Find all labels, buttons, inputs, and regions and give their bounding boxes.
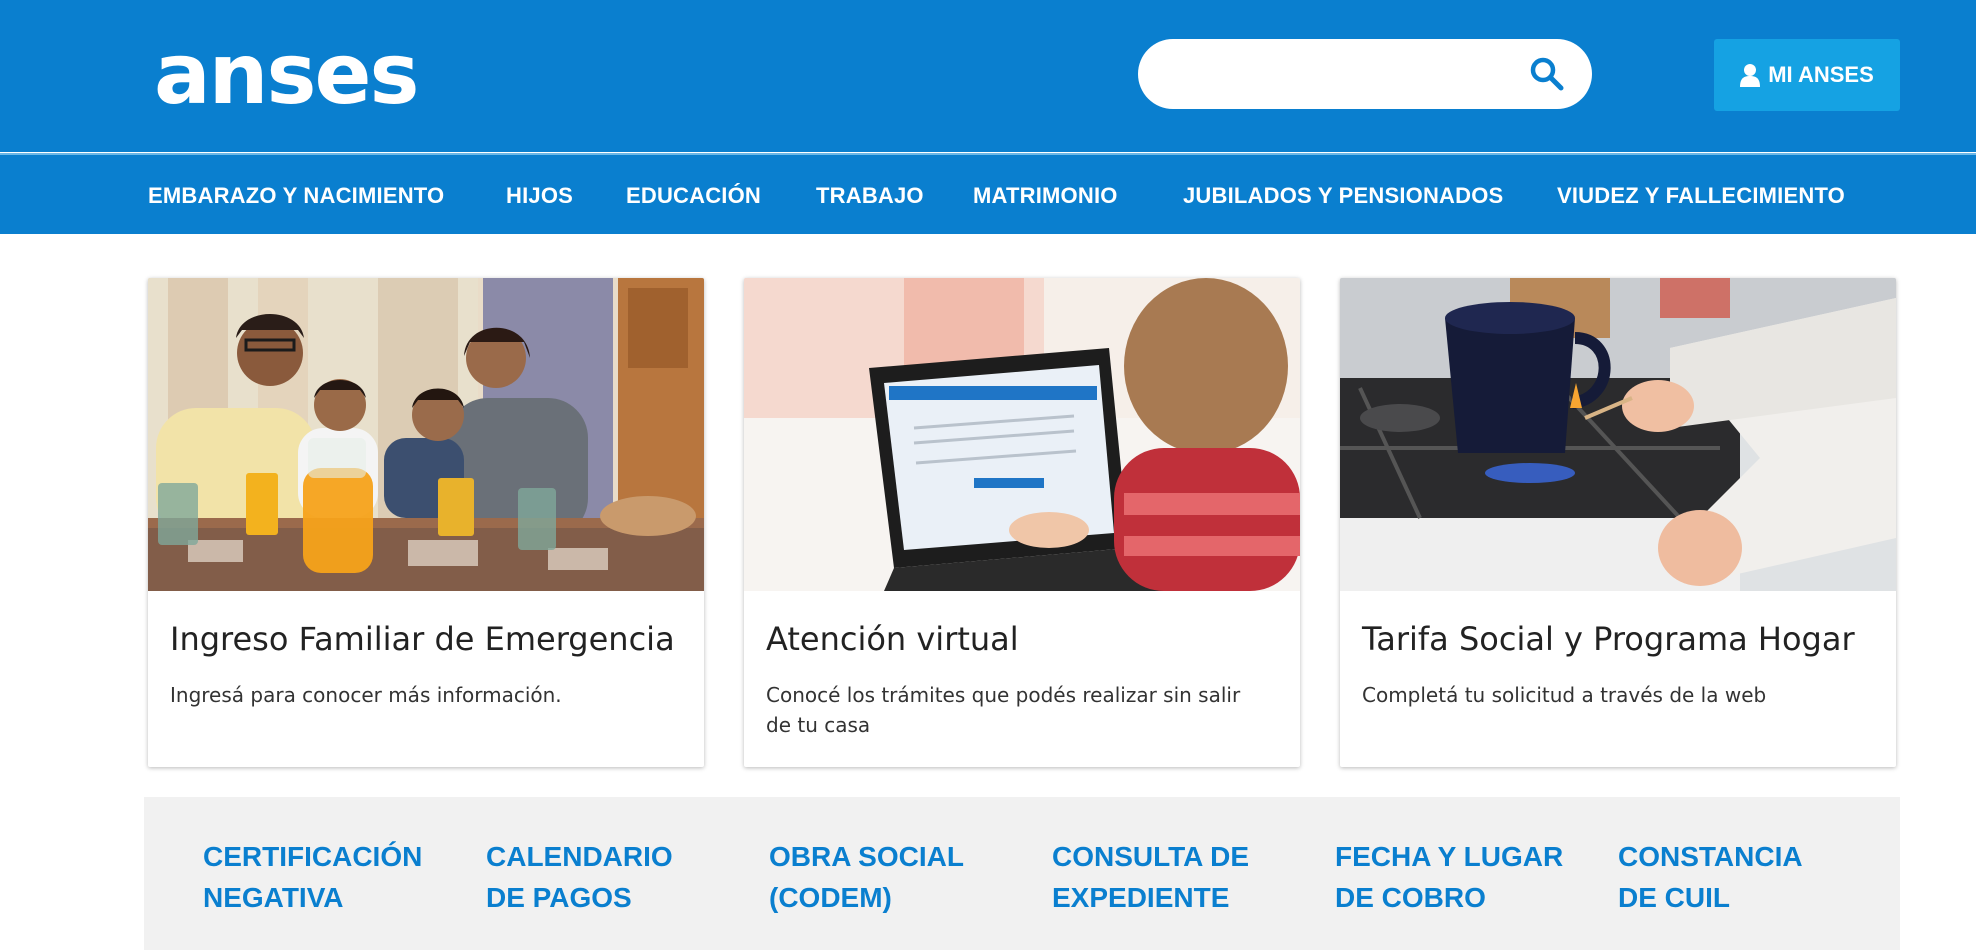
site-header: anses MI ANSES xyxy=(0,0,1976,152)
search-input[interactable] xyxy=(1164,51,1504,97)
search-bar xyxy=(1138,39,1592,109)
main-nav: EMBARAZO Y NACIMIENTO HIJOS EDUCACIÓN TR… xyxy=(0,153,1976,234)
card-title: Tarifa Social y Programa Hogar xyxy=(1362,620,1855,658)
quick-link-obra-social[interactable]: OBRA SOCIAL (CODEM) xyxy=(769,836,1009,918)
card-title: Atención virtual xyxy=(766,620,1019,658)
card-atencion-virtual[interactable]: Atención virtual Conocé los trámites que… xyxy=(744,278,1300,767)
anses-logo[interactable]: anses xyxy=(154,32,419,116)
quick-link-certificacion-negativa[interactable]: CERTIFICACIÓN NEGATIVA xyxy=(203,836,443,918)
mi-anses-button[interactable]: MI ANSES xyxy=(1714,39,1900,111)
card-tarifa-social[interactable]: Tarifa Social y Programa Hogar Completá … xyxy=(1340,278,1896,767)
nav-item-educacion[interactable]: EDUCACIÓN xyxy=(626,155,761,234)
family-photo-image xyxy=(148,278,704,591)
card-ingreso-familiar[interactable]: Ingreso Familiar de Emergencia Ingresá p… xyxy=(148,278,704,767)
card-title: Ingreso Familiar de Emergencia xyxy=(170,620,675,658)
nav-item-embarazo[interactable]: EMBARAZO Y NACIMIENTO xyxy=(148,155,444,234)
card-text: Completá tu solicitud a través de la web xyxy=(1362,683,1767,707)
laptop-photo-image xyxy=(744,278,1300,591)
nav-item-hijos[interactable]: HIJOS xyxy=(506,155,573,234)
nav-item-matrimonio[interactable]: MATRIMONIO xyxy=(973,155,1118,234)
quick-link-fecha-y-lugar-de-cobro[interactable]: FECHA Y LUGAR DE COBRO xyxy=(1335,836,1575,918)
search-icon[interactable] xyxy=(1528,55,1566,93)
quick-link-calendario-de-pagos[interactable]: CALENDARIO DE PAGOS xyxy=(486,836,726,918)
stove-photo-image xyxy=(1340,278,1896,591)
nav-item-trabajo[interactable]: TRABAJO xyxy=(816,155,924,234)
nav-item-viudez[interactable]: VIUDEZ Y FALLECIMIENTO xyxy=(1557,155,1845,234)
user-icon xyxy=(1740,63,1761,87)
quick-link-consulta-de-expediente[interactable]: CONSULTA DE EXPEDIENTE xyxy=(1052,836,1292,918)
nav-item-jubilados[interactable]: JUBILADOS Y PENSIONADOS xyxy=(1183,155,1503,234)
mi-anses-label: MI ANSES xyxy=(1768,62,1874,87)
quick-link-constancia-de-cuil[interactable]: CONSTANCIA DE CUIL xyxy=(1618,836,1858,918)
card-text: Ingresá para conocer más información. xyxy=(170,683,562,707)
card-text: Conocé los trámites que podés realizar s… xyxy=(766,683,1241,737)
